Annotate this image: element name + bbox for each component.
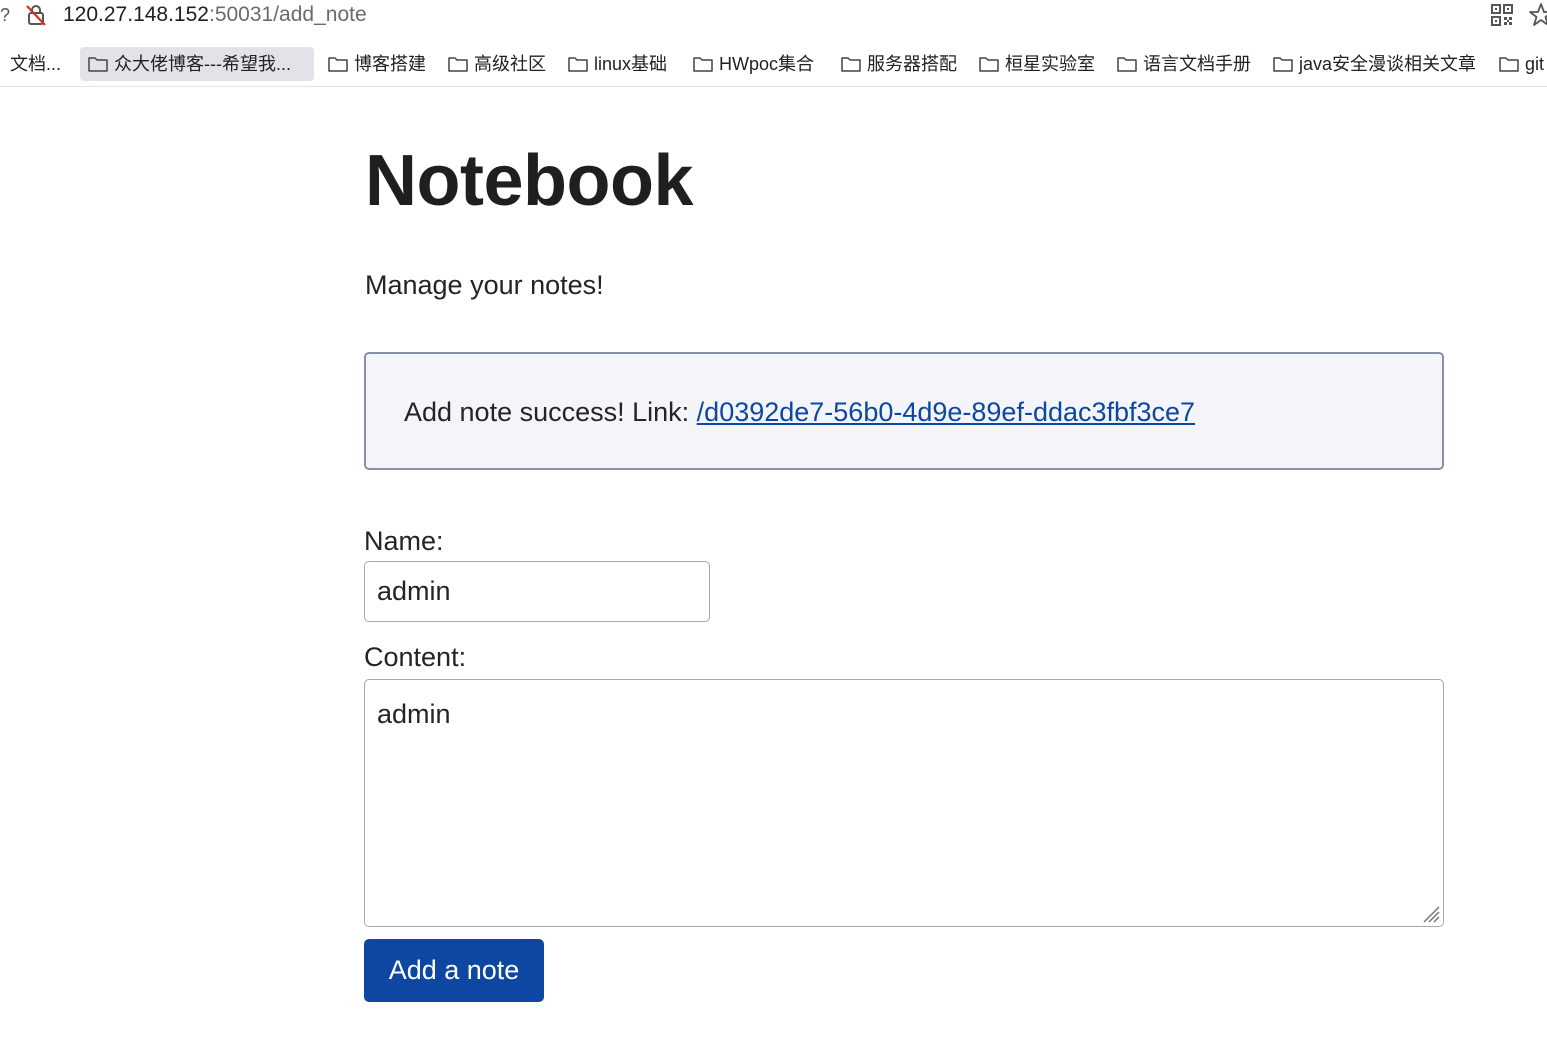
bookmark-label: java安全漫谈相关文章 xyxy=(1299,54,1477,74)
bookmark-folder[interactable]: linux基础 xyxy=(568,47,667,81)
add-note-button[interactable]: Add a note xyxy=(364,939,544,1002)
alert-text: Add note success! Link: xyxy=(404,397,697,427)
url-host: 120.27.148.152 xyxy=(63,3,209,26)
folder-icon xyxy=(693,57,713,72)
bookmark-folder[interactable]: 高级社区 xyxy=(448,47,546,81)
folder-icon xyxy=(568,57,588,72)
folder-icon xyxy=(88,57,108,72)
folder-icon xyxy=(841,57,861,72)
qr-code-icon[interactable] xyxy=(1490,3,1514,27)
folder-icon xyxy=(1117,57,1137,72)
bookmark-label: 服务器搭配 xyxy=(867,54,957,74)
folder-icon xyxy=(448,57,468,72)
page-title: Notebook xyxy=(365,141,693,221)
resize-grip-icon[interactable] xyxy=(1420,903,1440,923)
bookmark-item[interactable]: 文档... xyxy=(10,47,61,81)
bookmark-folder[interactable]: 桓星实验室 xyxy=(979,47,1095,81)
bookmark-folder[interactable]: 博客搭建 xyxy=(328,47,426,81)
bookmark-folder[interactable]: HWpoc集合 xyxy=(693,47,814,81)
note-link[interactable]: /d0392de7-56b0-4d9e-89ef-ddac3fbf3ce7 xyxy=(697,397,1195,427)
url-path: :50031/add_note xyxy=(208,3,367,26)
name-label: Name: xyxy=(364,526,444,556)
bookmark-label: linux基础 xyxy=(594,54,668,74)
bookmark-folder[interactable]: git xyxy=(1499,47,1544,81)
bookmark-folder[interactable]: 服务器搭配 xyxy=(841,47,957,81)
folder-icon xyxy=(1273,57,1293,72)
bookmark-label: 文档... xyxy=(10,54,62,74)
star-icon[interactable] xyxy=(1528,2,1547,28)
folder-icon xyxy=(1499,57,1519,72)
name-input[interactable]: admin xyxy=(364,561,710,622)
alert-message: Add note success! Link: /d0392de7-56b0-4… xyxy=(404,396,1195,428)
content-label: Content: xyxy=(364,642,467,672)
bookmark-folder[interactable]: 众大佬博客---希望我... xyxy=(80,47,314,81)
bookmark-label: 高级社区 xyxy=(474,54,546,74)
folder-icon xyxy=(979,57,999,72)
folder-icon xyxy=(328,57,348,72)
success-alert: Add note success! Link: /d0392de7-56b0-4… xyxy=(364,352,1444,470)
page-subtitle: Manage your notes! xyxy=(365,270,604,300)
content-textarea[interactable]: admin xyxy=(364,679,1444,927)
bookmark-label: git xyxy=(1525,54,1545,74)
bookmark-label: HWpoc集合 xyxy=(719,54,815,74)
bookmark-folder[interactable]: java安全漫谈相关文章 xyxy=(1273,47,1476,81)
bookmark-label: 众大佬博客---希望我... xyxy=(114,54,291,74)
bookmark-label: 博客搭建 xyxy=(354,54,426,74)
bookmark-label: 语言文档手册 xyxy=(1143,54,1251,74)
bookmark-folder[interactable]: 语言文档手册 xyxy=(1117,47,1251,81)
address-bar: ? 120.27.148.152:50031/add_note xyxy=(0,0,1547,36)
address-bar-left-fragment: ? xyxy=(0,5,11,25)
bookmark-label: 桓星实验室 xyxy=(1005,54,1095,74)
url-field[interactable]: 120.27.148.152:50031/add_note xyxy=(63,2,367,28)
bookmarks-bar: 文档... 众大佬博客---希望我... 博客搭建 高级社区 linux基础 H… xyxy=(0,44,1547,87)
not-secure-lock-icon[interactable] xyxy=(24,3,48,27)
